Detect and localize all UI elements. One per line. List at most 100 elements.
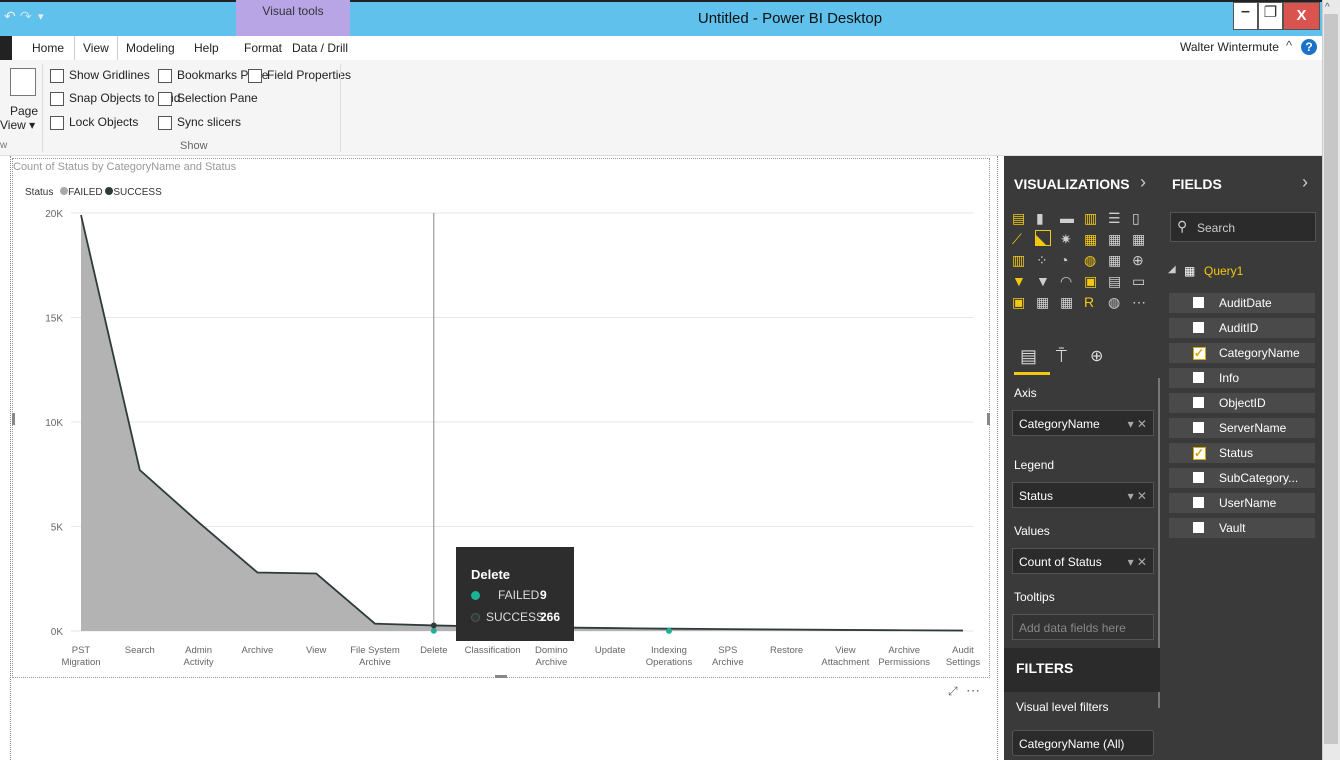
collapse-fields-icon[interactable]: › xyxy=(1302,172,1308,193)
field-item-servername[interactable]: ServerName xyxy=(1168,417,1316,439)
filter-card[interactable]: CategoryName (All) xyxy=(1012,730,1154,756)
field-checkbox[interactable] xyxy=(1193,297,1204,308)
redo-icon[interactable]: ↷ xyxy=(20,8,32,25)
resize-handle[interactable] xyxy=(495,675,507,678)
field-checkbox[interactable] xyxy=(1193,397,1204,408)
tab-home[interactable]: Home xyxy=(24,36,72,60)
focus-mode-icon[interactable]: ⤢ xyxy=(948,684,958,699)
remove-field-icon[interactable]: ▾ ✕ xyxy=(1128,483,1147,509)
resize-handle[interactable] xyxy=(987,413,990,425)
help-icon[interactable]: ? xyxy=(1301,39,1317,55)
field-checkbox[interactable] xyxy=(1193,522,1204,533)
waterfall-visual-icon[interactable]: ▥ xyxy=(1012,252,1026,268)
page-view-label[interactable]: Page xyxy=(10,104,38,118)
field-item-auditdate[interactable]: AuditDate xyxy=(1168,292,1316,314)
checkbox[interactable] xyxy=(50,91,64,106)
axis-well[interactable]: CategoryName ▾ ✕ xyxy=(1012,410,1154,436)
checkbox[interactable] xyxy=(50,115,64,130)
legend-well[interactable]: Status ▾ ✕ xyxy=(1012,482,1154,508)
100-column-visual-icon[interactable]: ▯ xyxy=(1132,210,1146,226)
checkbox[interactable] xyxy=(158,91,172,106)
close-button[interactable]: X xyxy=(1283,2,1320,30)
option-show-gridlines[interactable]: Show Gridlines xyxy=(50,68,150,83)
scrollbar-thumb[interactable] xyxy=(1324,14,1338,744)
treemap-visual-icon[interactable]: ▦ xyxy=(1108,252,1122,268)
clustered-bar-visual-icon[interactable]: ▬ xyxy=(1060,210,1074,226)
donut-visual-icon[interactable]: ◍ xyxy=(1084,252,1098,268)
ribbon-visual-icon[interactable]: ▦ xyxy=(1132,231,1146,247)
collapse-visualizations-icon[interactable]: › xyxy=(1140,172,1146,193)
field-checkbox[interactable] xyxy=(1193,443,1206,463)
more-visual-icon[interactable]: ⋯ xyxy=(1132,294,1146,310)
field-item-subcategory-[interactable]: SubCategory... xyxy=(1168,467,1316,489)
field-item-username[interactable]: UserName xyxy=(1168,492,1316,514)
remove-field-icon[interactable]: ▾ ✕ xyxy=(1128,411,1147,437)
field-checkbox[interactable] xyxy=(1193,422,1204,433)
multi-row-card-visual-icon[interactable]: ▤ xyxy=(1108,273,1122,289)
tab-modeling[interactable]: Modeling xyxy=(118,36,183,60)
card-visual-icon[interactable]: ▣ xyxy=(1084,273,1098,289)
line-clustered-visual-icon[interactable]: ▦ xyxy=(1108,231,1122,247)
fields-search-input[interactable]: ⚲ Search xyxy=(1170,212,1316,242)
line-column-visual-icon[interactable]: ▦ xyxy=(1084,231,1098,247)
tooltips-well[interactable]: Add data fields here xyxy=(1012,614,1154,640)
field-checkbox[interactable] xyxy=(1193,372,1204,383)
values-well[interactable]: Count of Status ▾ ✕ xyxy=(1012,548,1154,574)
minimize-button[interactable]: – xyxy=(1233,2,1258,30)
maximize-button[interactable]: ❐ xyxy=(1258,2,1283,30)
tab-help[interactable]: Help xyxy=(186,36,227,60)
field-checkbox[interactable] xyxy=(1193,322,1204,333)
more-options-icon[interactable]: ⋯ xyxy=(966,682,980,699)
pie-visual-icon[interactable]: ◔ xyxy=(1060,252,1074,268)
field-item-auditid[interactable]: AuditID xyxy=(1168,317,1316,339)
resize-handle[interactable] xyxy=(12,413,15,425)
option-selection-pane[interactable]: Selection Pane xyxy=(158,91,258,106)
field-item-info[interactable]: Info xyxy=(1168,367,1316,389)
stacked-area-visual-icon[interactable]: ✷ xyxy=(1060,231,1074,247)
field-item-objectid[interactable]: ObjectID xyxy=(1168,392,1316,414)
globe-visual-icon[interactable]: ◍ xyxy=(1108,294,1122,310)
quick-access-menu-icon[interactable]: ▾ xyxy=(38,10,44,23)
map-visual-icon[interactable]: ⊕ xyxy=(1132,252,1146,268)
user-name[interactable]: Walter Wintermute xyxy=(1180,40,1279,54)
table-name[interactable]: Query1 xyxy=(1204,264,1243,278)
option-sync-slicers[interactable]: Sync slicers xyxy=(158,115,241,130)
line-visual-icon[interactable]: ⟋ xyxy=(1012,231,1026,247)
field-checkbox[interactable] xyxy=(1193,472,1204,483)
area-visual-icon[interactable]: ◣ xyxy=(1035,230,1051,247)
matrix-visual-icon[interactable]: ▦ xyxy=(1060,294,1074,310)
checkbox[interactable] xyxy=(50,68,64,83)
filled-map-visual-icon[interactable]: ▼ xyxy=(1012,273,1026,289)
kpi-visual-icon[interactable]: ▭ xyxy=(1132,273,1146,289)
scatter-visual-icon[interactable]: ⁘ xyxy=(1036,252,1050,268)
remove-field-icon[interactable]: ▾ ✕ xyxy=(1128,549,1147,575)
checkbox[interactable] xyxy=(248,68,262,83)
option-lock-objects[interactable]: Lock Objects xyxy=(50,115,138,130)
fields-tab-icon[interactable]: ▤ xyxy=(1020,346,1042,366)
field-item-categoryname[interactable]: CategoryName xyxy=(1168,342,1316,364)
funnel-visual-icon[interactable]: ▼ xyxy=(1036,273,1050,289)
table-visual-icon[interactable]: ▦ xyxy=(1036,294,1050,310)
collapse-ribbon-icon[interactable]: ^ xyxy=(1286,38,1292,53)
file-tab-strip[interactable] xyxy=(0,36,12,60)
field-checkbox[interactable] xyxy=(1193,343,1206,363)
field-item-vault[interactable]: Vault xyxy=(1168,517,1316,539)
stacked-column-visual-icon[interactable]: ▮ xyxy=(1036,210,1050,226)
tab-format[interactable]: Format xyxy=(236,36,290,60)
option-field-properties[interactable]: Field Properties xyxy=(248,68,351,83)
100-bar-visual-icon[interactable]: ☰ xyxy=(1108,210,1122,226)
checkbox[interactable] xyxy=(158,68,172,83)
gauge-visual-icon[interactable]: ◠ xyxy=(1060,273,1074,289)
expand-table-icon[interactable]: ◢ xyxy=(1168,264,1176,275)
tab-view[interactable]: View xyxy=(74,36,118,60)
slicer-visual-icon[interactable]: ▣ xyxy=(1012,294,1026,310)
format-paint-roller-icon[interactable]: ⍑ xyxy=(1056,346,1067,367)
r-script-visual-icon[interactable]: R xyxy=(1084,294,1098,310)
field-item-status[interactable]: Status xyxy=(1168,442,1316,464)
checkbox[interactable] xyxy=(158,115,172,130)
field-checkbox[interactable] xyxy=(1193,497,1204,508)
page-view-dropdown[interactable]: View ▾ xyxy=(0,118,35,132)
undo-icon[interactable]: ↶ xyxy=(4,8,16,25)
analytics-magnifier-icon[interactable]: ⊕ xyxy=(1090,346,1103,366)
page-view-icon[interactable] xyxy=(10,68,36,96)
